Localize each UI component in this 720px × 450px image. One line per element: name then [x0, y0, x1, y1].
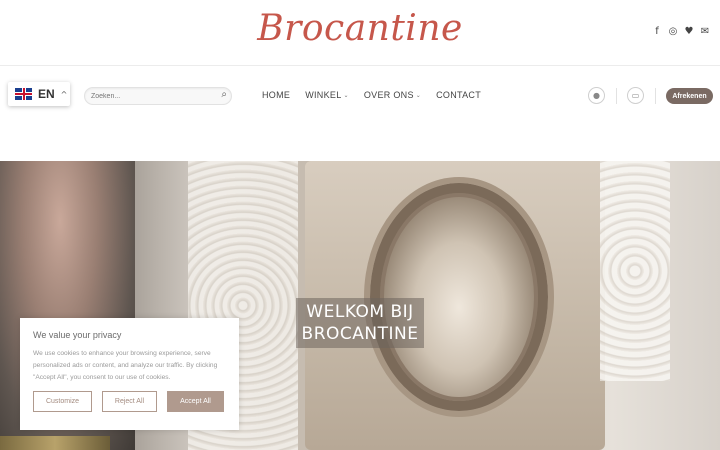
- menu-item-label: OVER ONS: [363, 90, 414, 100]
- accept-all-button[interactable]: Accept All: [167, 391, 224, 412]
- hero-welcome-text: WELKOM BIJ BROCANTINE: [296, 298, 424, 348]
- search-input[interactable]: [91, 89, 211, 103]
- menu-item-contact[interactable]: CONTACT: [436, 90, 481, 100]
- hero-title-line1: WELKOM BIJ: [306, 302, 414, 322]
- menu-item-label: WINKEL: [305, 90, 342, 100]
- site-header: Brocantine f ◎ ♥ ✉: [0, 0, 720, 66]
- nav-divider: [616, 88, 617, 104]
- account-icon[interactable]: ●: [588, 87, 605, 104]
- nav-divider: [655, 88, 656, 104]
- language-code: EN: [38, 87, 55, 101]
- reject-all-button[interactable]: Reject All: [102, 391, 157, 412]
- menu-item-over-ons[interactable]: OVER ONS ⌄: [364, 90, 421, 100]
- language-switcher[interactable]: EN ^: [8, 82, 70, 106]
- menu-item-label: HOME: [262, 90, 291, 100]
- main-navigation: EN ^ ⌕ HOME WINKEL ⌄ OVER ONS ⌄ CONTACT …: [0, 78, 720, 114]
- email-icon[interactable]: ✉: [700, 26, 710, 37]
- basket-icon: ▭: [631, 91, 640, 100]
- cookie-consent-banner: We value your privacy We use cookies to …: [20, 318, 239, 430]
- checkout-button[interactable]: Afrekenen: [666, 88, 713, 104]
- customize-button[interactable]: Customize: [33, 391, 92, 412]
- twitter-icon[interactable]: ♥: [684, 26, 694, 37]
- cookie-buttons: Customize Reject All Accept All: [33, 391, 224, 412]
- cookie-title: We value your privacy: [33, 330, 122, 340]
- chevron-down-icon: ⌄: [343, 91, 349, 99]
- cart-icon[interactable]: ▭: [627, 87, 644, 104]
- facebook-icon[interactable]: f: [652, 26, 662, 37]
- search-box: ⌕: [84, 87, 232, 105]
- menu-item-winkel[interactable]: WINKEL ⌄: [305, 90, 349, 100]
- social-links: f ◎ ♥ ✉: [652, 26, 710, 37]
- chevron-up-icon: ^: [60, 89, 68, 99]
- hero-title-line2: BROCANTINE: [301, 324, 419, 344]
- chevron-down-icon: ⌄: [415, 91, 422, 99]
- menu-item-label: CONTACT: [436, 90, 482, 100]
- search-icon[interactable]: ⌕: [221, 89, 227, 100]
- site-logo[interactable]: Brocantine: [0, 8, 720, 49]
- uk-flag-icon: [15, 88, 32, 100]
- hero-image-lace-right: [600, 161, 670, 381]
- menu-item-home[interactable]: HOME: [262, 90, 290, 100]
- user-icon: ●: [593, 91, 600, 100]
- primary-menu: HOME WINKEL ⌄ OVER ONS ⌄ CONTACT: [262, 90, 481, 100]
- instagram-icon[interactable]: ◎: [668, 26, 678, 37]
- cookie-description: We use cookies to enhance your browsing …: [33, 350, 218, 381]
- hero-image-engraving-frame: [370, 183, 548, 411]
- hero-image-brass: [0, 436, 110, 450]
